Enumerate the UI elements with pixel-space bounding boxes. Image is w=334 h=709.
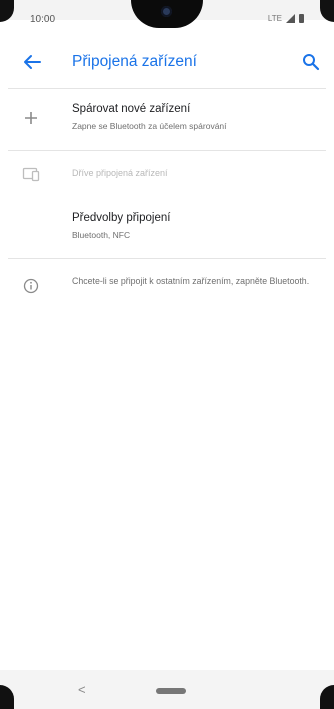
search-icon[interactable] — [302, 53, 320, 71]
status-time: 10:00 — [30, 14, 56, 25]
previously-connected-item[interactable]: Dříve připojená zařízení — [0, 156, 334, 192]
app-bar: Připojená zařízení — [0, 40, 334, 86]
page-title: Připojená zařízení — [72, 53, 197, 70]
nav-back-icon[interactable]: < — [78, 682, 86, 697]
nav-home-pill[interactable] — [156, 688, 186, 694]
pair-new-device-subtitle: Zapne se Bluetooth za účelem spárování — [72, 121, 227, 131]
back-arrow-icon[interactable] — [22, 53, 42, 71]
divider — [8, 88, 326, 89]
connection-preferences-item[interactable]: Předvolby připojení Bluetooth, NFC — [0, 204, 334, 250]
info-text: Chcete-li se připojit k ostatním zařízen… — [72, 276, 310, 286]
battery-icon — [299, 14, 304, 23]
signal-icon — [286, 14, 295, 23]
network-type: LTE — [267, 14, 282, 23]
divider — [8, 150, 326, 151]
info-item: Chcete-li se připojit k ostatním zařízen… — [0, 270, 334, 310]
divider — [8, 258, 326, 259]
pair-new-device-title: Spárovat nové zařízení — [72, 103, 191, 115]
connection-preferences-subtitle: Bluetooth, NFC — [72, 230, 131, 240]
devices-icon — [22, 167, 40, 182]
navigation-bar: < — [0, 670, 334, 709]
status-bar: 10:00 LTE — [0, 6, 334, 28]
info-icon — [23, 278, 39, 294]
previously-connected-label: Dříve připojená zařízení — [72, 168, 168, 178]
pair-new-device-item[interactable]: Spárovat nové zařízení Zapne se Bluetoot… — [0, 92, 334, 144]
connection-preferences-title: Předvolby připojení — [72, 212, 171, 224]
plus-icon — [25, 112, 37, 124]
status-icons: LTE — [268, 14, 304, 23]
